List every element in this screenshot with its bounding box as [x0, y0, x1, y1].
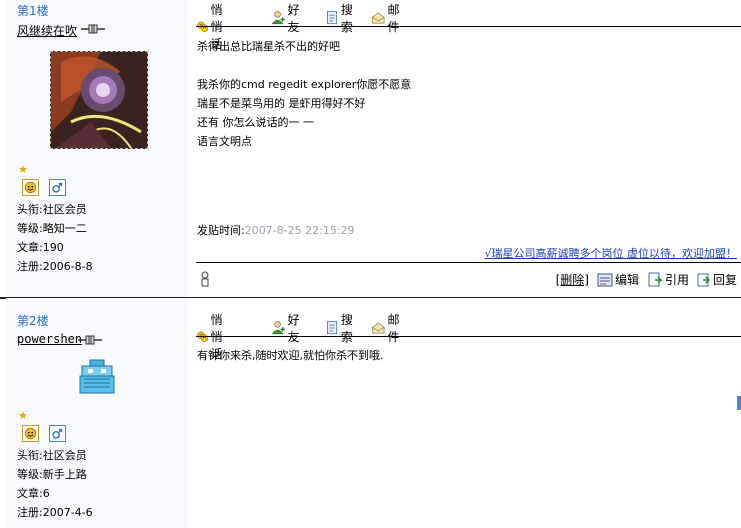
username-link[interactable]: powershen: [17, 332, 82, 346]
edit-icon: [597, 273, 613, 286]
toolbar-divider: [196, 26, 741, 27]
username-link[interactable]: 风继续在吹: [17, 22, 77, 39]
quote-button[interactable]: 引用: [647, 271, 689, 288]
reply-button[interactable]: 回复: [697, 271, 737, 288]
friend-icon: [271, 321, 285, 335]
post-content: 有钟你来杀,随时欢迎,就怕你杀不到哦.: [197, 349, 384, 362]
user-posts-row: 文章:190: [17, 241, 64, 254]
mail-icon: [372, 12, 385, 24]
avatar[interactable]: [78, 359, 116, 395]
user-title-row: 头衔:社区会员: [17, 449, 87, 462]
face-icon: [22, 425, 39, 442]
friend-button[interactable]: 好友: [271, 311, 305, 345]
side-scroll-tab[interactable]: [737, 396, 741, 410]
star-icon: ★: [18, 163, 28, 176]
quote-icon: [648, 272, 663, 286]
user-register-row: 注册:2007-4-6: [17, 506, 93, 519]
ip-icon[interactable]: [200, 271, 210, 287]
floor-number: 第1楼: [17, 4, 49, 18]
friend-icon: [271, 11, 285, 25]
user-info: 头衔:社区会员 等级:新手上路 文章:6 注册:2007-4-6: [17, 446, 93, 522]
floor-number: 第2楼: [17, 314, 49, 328]
post-1: 第1楼 风继续在吹 ★ 头衔:社区会员 等级:略知一二 文章:190 注册:20…: [0, 0, 741, 298]
post-time: 发贴时间:2007-8-25 22:15:29: [197, 224, 355, 237]
search-button[interactable]: 搜索: [326, 311, 358, 345]
search-icon: [327, 11, 338, 25]
footer-divider: [196, 262, 741, 263]
face-icon: [22, 179, 39, 196]
avatar[interactable]: [50, 51, 148, 149]
search-button[interactable]: 搜索: [326, 1, 358, 35]
online-status-icon: [81, 24, 105, 34]
user-register-row: 注册:2006-8-8: [17, 260, 93, 273]
user-title-row: 头衔:社区会员: [17, 203, 87, 216]
post-body: 悄悄话 好友 搜索 邮件: [188, 0, 741, 298]
user-level-row: 等级:新手上路: [17, 468, 87, 481]
post-2: 第2楼 powershen ★ 头衔:社区会员 等级:新手上路 文章:6 注册:…: [0, 298, 741, 528]
search-icon: [327, 321, 338, 335]
edit-button[interactable]: 编辑: [597, 271, 639, 288]
user-level-row: 等级:略知一二: [17, 222, 87, 235]
mail-icon: [372, 322, 385, 334]
user-panel: 第2楼 powershen ★ 头衔:社区会员 等级:新手上路 文章:6 注册:…: [6, 298, 189, 528]
mail-button[interactable]: 邮件: [371, 311, 405, 345]
post-actions: [删除] 编辑 引用 回复: [548, 271, 737, 288]
mail-button[interactable]: 邮件: [371, 1, 405, 35]
post-body: 悄悄话 好友 搜索 邮件: [188, 298, 741, 528]
user-posts-row: 文章:6: [17, 487, 50, 500]
user-info: 头衔:社区会员 等级:略知一二 文章:190 注册:2006-8-8: [17, 200, 93, 276]
male-icon: [49, 425, 66, 442]
male-icon: [49, 179, 66, 196]
avatar-image: [51, 52, 147, 148]
recruitment-ad-link[interactable]: √瑞星公司高薪诚聘多个岗位 虚位以待，欢迎加盟！: [484, 245, 737, 261]
toolbar-divider: [196, 336, 741, 337]
delete-button[interactable]: [删除]: [556, 271, 589, 288]
online-status-icon: [78, 335, 102, 345]
reply-icon: [697, 273, 711, 286]
friend-button[interactable]: 好友: [271, 1, 305, 35]
star-icon: ★: [18, 409, 28, 422]
post-content: 杀得出总比瑞星杀不出的好吧 我杀你的cmd regedit explorer你愿…: [197, 40, 412, 148]
user-panel: 第1楼 风继续在吹 ★ 头衔:社区会员 等级:略知一二 文章:190 注册:20…: [6, 0, 189, 298]
